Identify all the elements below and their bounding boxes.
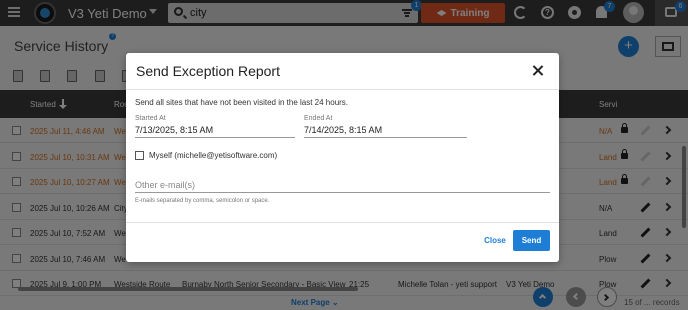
- myself-label[interactable]: Myself (michelle@yetisoftware.com): [149, 151, 277, 160]
- close-button[interactable]: Close: [480, 231, 510, 251]
- started-at-field[interactable]: 7/13/2025, 8:15 AM: [135, 125, 213, 135]
- close-icon[interactable]: [532, 65, 544, 77]
- ended-at-label: Ended At: [304, 115, 333, 122]
- myself-checkbox[interactable]: [135, 151, 144, 160]
- divider: [126, 222, 559, 223]
- other-emails-input[interactable]: [135, 177, 550, 193]
- exception-report-dialog: Send Exception Report Send all sites tha…: [126, 53, 559, 262]
- ended-at-field[interactable]: 7/14/2025, 8:15 AM: [304, 125, 382, 135]
- dialog-description: Send all sites that have not been visite…: [135, 98, 349, 107]
- email-hint: E-mails separated by comma, semicolon or…: [135, 198, 270, 204]
- started-at-underline: [135, 137, 295, 138]
- send-button[interactable]: Send: [513, 230, 550, 251]
- divider: [126, 89, 559, 90]
- dialog-title: Send Exception Report: [136, 63, 280, 79]
- started-at-label: Started At: [135, 115, 166, 122]
- ended-at-underline: [304, 137, 467, 138]
